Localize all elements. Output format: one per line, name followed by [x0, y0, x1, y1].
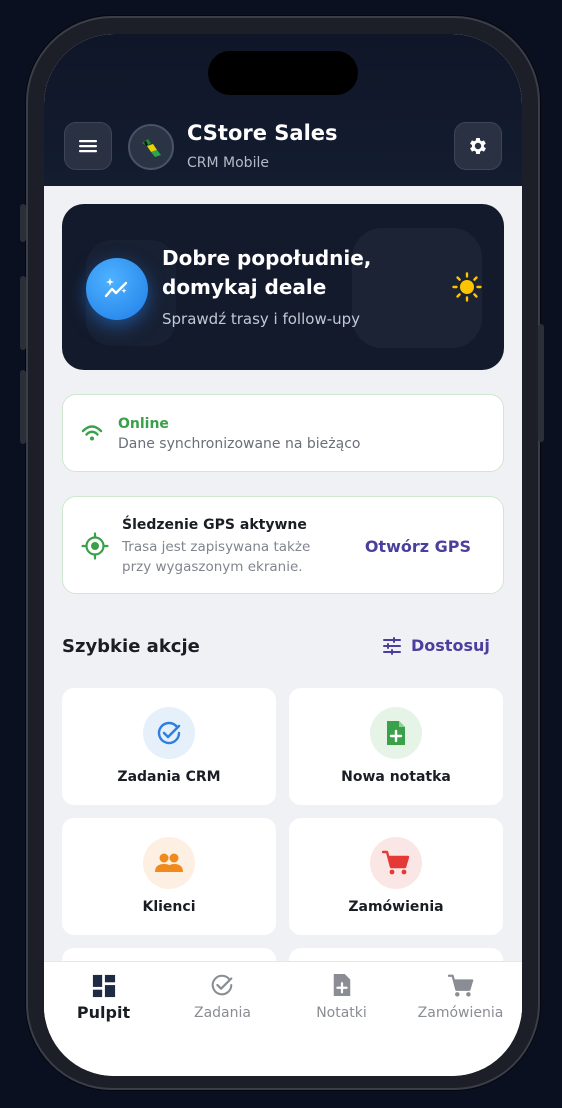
tile-label: Zamówienia	[348, 899, 444, 915]
sun-icon	[452, 272, 482, 302]
cart-icon	[382, 850, 410, 875]
app-header: CStore Sales CRM Mobile	[44, 34, 522, 186]
note-add-icon	[333, 974, 351, 996]
dashboard-icon	[92, 974, 116, 998]
gps-subtitle: Trasa jest zapisywana także przy wygaszo…	[122, 539, 311, 575]
sync-status-card: Online Dane synchronizowane na bieżąco	[62, 394, 504, 472]
tune-icon	[383, 636, 401, 655]
app-title: CStore Sales	[187, 121, 338, 145]
customize-label: Dostosuj	[411, 636, 490, 655]
tile-icon-badge	[143, 837, 195, 889]
app-screen: CStore Sales CRM Mobile Dobre popołudnie…	[44, 34, 522, 1076]
tile-icon-badge	[370, 707, 422, 759]
app-subtitle: CRM Mobile	[187, 155, 269, 171]
tile-orders[interactable]: Zamówienia	[289, 818, 503, 935]
gps-target-icon	[81, 532, 109, 560]
sparkle-trend-icon	[104, 278, 128, 298]
power-button	[538, 324, 544, 442]
gps-tracking-card: Śledzenie GPS aktywne Trasa jest zapisyw…	[62, 496, 504, 594]
greeting-subtitle: Sprawdź trasy i follow-upy	[162, 310, 361, 328]
hamburger-menu-icon	[79, 140, 97, 153]
check-circle-icon	[157, 721, 181, 745]
customize-button[interactable]: Dostosuj	[382, 636, 490, 655]
brand-logo-icon	[142, 139, 161, 157]
tile-crm-tasks[interactable]: Zadania CRM	[62, 688, 276, 805]
volume-down-button	[20, 370, 26, 444]
tab-zadania[interactable]: Zadania	[163, 962, 282, 1032]
tile-label: Zadania CRM	[117, 769, 221, 785]
tab-label: Notatki	[316, 1005, 367, 1021]
greeting-title: Dobre popołudnie, domykaj deale	[162, 244, 422, 302]
cart-icon	[448, 974, 474, 997]
tab-zamowienia[interactable]: Zamówienia	[401, 962, 520, 1032]
tile-icon-badge	[370, 837, 422, 889]
tile-new-note[interactable]: Nowa notatka	[289, 688, 503, 805]
dynamic-island	[208, 51, 358, 95]
volume-up-button	[20, 276, 26, 350]
bottom-tab-bar: Pulpit Zadania Notatki Zamówienia	[44, 962, 522, 1076]
greeting-title-line1: Dobre popołudnie,	[162, 246, 372, 270]
quick-actions-title: Szybkie akcje	[62, 636, 200, 657]
sync-status-subtitle: Dane synchronizowane na bieżąco	[118, 436, 361, 452]
tile-icon-badge	[143, 707, 195, 759]
mute-switch	[20, 204, 26, 242]
open-gps-link[interactable]: Otwórz GPS	[365, 537, 471, 556]
tab-pulpit[interactable]: Pulpit	[44, 962, 163, 1032]
people-icon	[155, 853, 183, 872]
tab-label: Pulpit	[76, 1003, 131, 1022]
tile-clients[interactable]: Klienci	[62, 818, 276, 935]
sync-status-title: Online	[118, 416, 169, 432]
avatar[interactable]	[128, 124, 174, 170]
greeting-title-line2: domykaj deale	[162, 275, 327, 299]
tab-label: Zadania	[194, 1005, 251, 1021]
tab-notatki[interactable]: Notatki	[282, 962, 401, 1032]
gear-icon	[470, 138, 486, 154]
menu-button[interactable]	[64, 122, 112, 170]
tab-label: Zamówienia	[417, 1005, 504, 1021]
settings-button[interactable]	[454, 122, 502, 170]
wifi-icon	[81, 425, 103, 441]
check-circle-icon	[211, 974, 233, 996]
tile-label: Klienci	[142, 899, 196, 915]
greeting-banner[interactable]: Dobre popołudnie, domykaj deale Sprawdź …	[62, 204, 504, 370]
tile-label: Nowa notatka	[341, 769, 451, 785]
gps-title: Śledzenie GPS aktywne	[122, 517, 307, 533]
hero-icon-badge	[86, 258, 148, 320]
note-add-icon	[387, 721, 405, 745]
